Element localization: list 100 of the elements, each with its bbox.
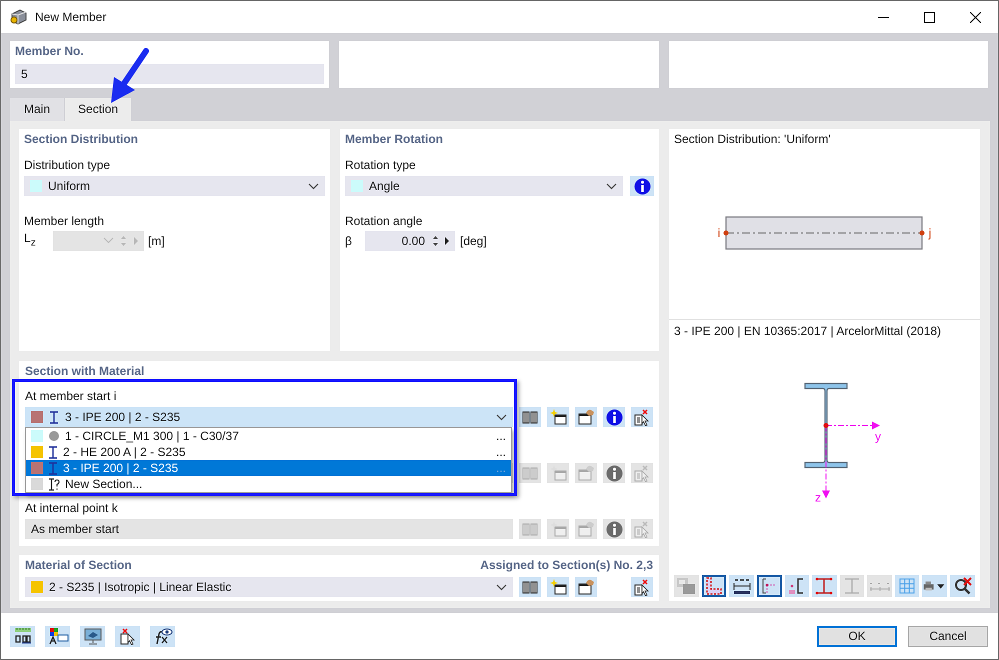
toolbar-button[interactable] [702,575,726,597]
toolbar-button[interactable] [784,575,810,597]
minimize-icon [878,16,888,18]
library-button[interactable] [519,577,541,597]
dropdown-item[interactable]: New Section... [26,476,511,492]
y-axis-arrow [826,422,880,430]
swatch [351,180,363,192]
dialog-button[interactable]: Cancel [908,626,988,646]
edit-window-icon [578,579,594,595]
spinner-icon [103,235,139,247]
swatch [30,180,42,192]
edit-window-icon [578,465,594,481]
section-dropdown[interactable]: 3 - IPE 200 | 2 - S235 [25,407,513,427]
edit-button[interactable] [575,577,597,597]
delete-selection-icon [633,464,651,482]
tab[interactable]: Main [10,98,64,121]
edit-window-icon [578,521,594,537]
angle-symbol: β [345,233,353,249]
chevron-down-icon [496,414,507,420]
unit-label: [m] [148,233,165,249]
section-caption: 3 - IPE 200 | EN 10365:2017 | ArcelorMittal (2018) [669,319,980,342]
tab[interactable]: Section [65,98,132,121]
axis-label: y [875,430,881,444]
grid-icon [898,577,916,595]
edit-window-icon [578,409,594,425]
library-button[interactable] [519,407,541,427]
axis-label: z [815,490,821,504]
more-dots: ... [496,461,506,475]
i-beam-icon [49,410,59,424]
delete-selection-icon [118,628,136,644]
tool-button[interactable] [45,626,70,646]
preview-title: Section Distribution: 'Uniform' [673,131,832,148]
field-label: Rotation type [345,157,417,173]
panel-title: Section Distribution [24,131,139,147]
new-section-icon [48,478,60,490]
chevron-down-icon [308,182,319,190]
close-icon [970,12,980,22]
toolbar-button[interactable] [729,575,754,597]
color-legend-icon [46,627,68,645]
zoom-reset-icon [952,577,973,595]
book-icon [522,580,538,594]
info-icon [606,464,622,482]
unit-label: [deg] [460,233,487,249]
i-beam-icon [48,462,58,474]
toolbar-button[interactable] [922,575,948,597]
maximize-icon [924,12,934,22]
panel-title: Section with Material [25,363,146,379]
monitor-icon [82,627,102,645]
delete-selection-icon [633,408,651,426]
field-label: Member length [24,213,106,229]
dropdown-item[interactable]: 3 - IPE 200 | 2 - S235 ... [26,460,511,476]
member-number-field[interactable]: 5 [15,64,324,84]
distribution-type-dropdown[interactable]: Uniform [24,176,325,196]
i-beam-points-icon [815,577,834,595]
book-icon [522,466,538,480]
delete-selection-icon [633,520,651,538]
tool-button[interactable] [115,626,140,646]
dimension-icon [732,577,752,595]
tool-button[interactable] [80,626,105,646]
node-label: i [718,226,720,240]
new-window-icon [550,521,566,537]
new-window-icon [550,409,566,425]
dropdown-item[interactable]: 2 - HE 200 A | 2 - S235 ... [26,444,511,460]
new-button[interactable] [547,577,569,597]
tool-button[interactable] [150,626,175,646]
delete-button[interactable] [631,407,653,427]
new-window-icon [550,579,566,595]
spinner-icon [431,235,451,247]
panel-title: Material of Section [25,557,132,573]
field-label: Member No. [15,43,85,59]
info-button[interactable] [603,407,625,427]
more-dots: ... [496,445,506,459]
new-button[interactable] [547,407,569,427]
material-dropdown[interactable]: 2 - S235 | Isotropic | Linear Elastic [25,577,513,597]
book-icon [522,522,538,536]
info-icon [606,408,622,426]
dialog-button[interactable]: OK [817,626,897,646]
book-icon [522,410,538,424]
i-beam-icon [48,446,58,458]
tool-button[interactable] [10,626,35,646]
centroid-point [824,423,828,428]
dropdown-item[interactable]: 1 - CIRCLE_M1 300 | 1 - C30/37 ... [26,428,511,444]
delete-button[interactable] [631,577,653,597]
new-window-icon [550,465,566,481]
toolbar-button[interactable] [950,575,976,597]
field-label: Rotation angle [345,213,424,229]
chevron-down-icon [606,182,617,190]
edit-button[interactable] [575,407,597,427]
field-label: At member start i [25,388,118,404]
info-button[interactable] [630,176,654,196]
rotation-angle-field[interactable]: 0.00 [365,231,455,251]
rotation-type-dropdown[interactable]: Angle [345,176,623,196]
app-icon [9,9,27,25]
field-label: Distribution type [24,157,112,173]
i-beam-icon [842,577,861,595]
panel-title: Member Rotation [345,131,444,147]
toolbar-button[interactable] [756,575,782,597]
field-label: At internal point k [25,500,119,516]
length-symbol: L$_{z}$ [24,230,37,251]
delete-selection-icon [633,578,651,596]
